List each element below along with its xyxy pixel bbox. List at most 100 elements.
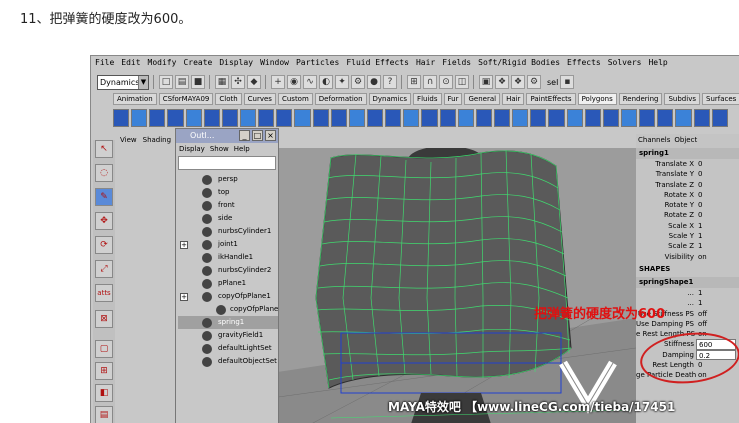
shelf-tab-general[interactable]: General — [464, 93, 501, 105]
fill-hole-icon[interactable] — [493, 109, 511, 127]
mask-surface-icon[interactable]: ◐ — [319, 75, 333, 89]
shelf-tab-surfaces[interactable]: Surfaces — [702, 93, 739, 105]
channel-name[interactable]: Scale X — [636, 221, 696, 231]
extract-icon[interactable] — [366, 109, 384, 127]
channel-name[interactable]: Scale Z — [636, 241, 696, 251]
open-scene-icon[interactable]: ▤ — [175, 75, 189, 89]
outliner-item[interactable]: pPlane1 — [178, 277, 278, 290]
mode-dropdown[interactable]: Dynamics ▼ — [97, 74, 149, 90]
channel-value[interactable]: 1 — [696, 241, 736, 251]
snap-plane-icon[interactable]: ◫ — [455, 75, 469, 89]
combine-icon[interactable] — [330, 109, 347, 127]
channel-name[interactable]: Translate Y — [636, 169, 696, 179]
channel-value[interactable]: 0 — [696, 200, 736, 210]
mask-joint-icon[interactable]: ◉ — [287, 75, 301, 89]
channel-value[interactable]: 0 — [696, 210, 736, 220]
poly-pipe-icon[interactable] — [258, 109, 275, 127]
shelf-tab-curves[interactable]: Curves — [243, 93, 276, 105]
channel-name[interactable]: Rotate Z — [636, 210, 696, 220]
poly-cone-icon[interactable] — [167, 109, 184, 127]
poly-plane-icon[interactable] — [185, 109, 202, 127]
outliner-item[interactable]: persp — [178, 173, 278, 186]
channel-value[interactable]: 0 — [696, 180, 736, 190]
mask-misc-icon[interactable]: ? — [383, 75, 397, 89]
poly-cylinder-icon[interactable] — [149, 109, 166, 127]
menu-item-help[interactable]: Help — [648, 58, 667, 72]
cleanup-icon[interactable] — [439, 109, 456, 127]
viewport-menu-view[interactable]: View — [120, 136, 137, 148]
menu-item-soft-rigid-bodies[interactable]: Soft/Rigid Bodies — [478, 58, 560, 72]
ipr-render-icon[interactable]: ❖ — [511, 75, 525, 89]
channel-name[interactable]: Translate X — [636, 159, 696, 169]
channel-name[interactable]: Rotate Y — [636, 200, 696, 210]
shelf-tab-hair[interactable]: Hair — [502, 93, 525, 105]
rotate-tool-icon[interactable]: ⟳ — [95, 236, 113, 254]
maximize-icon[interactable]: □ — [252, 130, 263, 141]
scale-tool-icon[interactable]: ⤢ — [95, 260, 113, 278]
outliner-item[interactable]: + copyOfpPlane1 — [178, 290, 278, 303]
make-hole-icon[interactable] — [512, 109, 529, 127]
channel-name[interactable]: Visibility — [636, 252, 696, 262]
expand-icon[interactable]: + — [180, 293, 188, 301]
shelf-tab-deformation[interactable]: Deformation — [314, 93, 367, 105]
append-poly-icon[interactable] — [584, 109, 601, 127]
poly-platonic-icon[interactable] — [312, 109, 329, 127]
bridge-icon[interactable] — [620, 109, 638, 127]
layout-single-icon[interactable]: ▢ — [95, 340, 113, 358]
outliner-item[interactable]: top — [178, 186, 278, 199]
boolean-icon[interactable] — [385, 109, 402, 127]
duplicate-face-icon[interactable] — [711, 109, 728, 127]
minimize-icon[interactable]: _ — [239, 130, 250, 141]
save-scene-icon[interactable]: ■ — [191, 75, 205, 89]
poly-torus-icon[interactable] — [203, 109, 220, 127]
poly-helix-icon[interactable] — [276, 109, 293, 127]
menu-item-effects[interactable]: Effects — [567, 58, 601, 72]
attr-tool-icon[interactable]: atts — [95, 284, 113, 302]
menu-item-fields[interactable]: Fields — [442, 58, 471, 72]
outliner-item[interactable]: front — [178, 199, 278, 212]
menu-item-display[interactable]: Display — [219, 58, 253, 72]
shelf-tab-custom[interactable]: Custom — [277, 93, 313, 105]
outliner-item[interactable]: side — [178, 212, 278, 225]
render-frame-icon[interactable]: ❖ — [495, 75, 509, 89]
render-settings-icon[interactable]: ⚙ — [527, 75, 541, 89]
offset-loop-icon[interactable] — [566, 109, 583, 127]
lasso-tool-icon[interactable]: ◌ — [95, 164, 113, 182]
history-icon[interactable]: ▣ — [479, 75, 493, 89]
chamfer-icon[interactable] — [657, 109, 674, 127]
menu-item-solvers[interactable]: Solvers — [608, 58, 642, 72]
insert-loop-icon[interactable] — [548, 109, 565, 127]
outliner-menu-help[interactable]: Help — [234, 143, 250, 155]
menu-item-window[interactable]: Window — [260, 58, 289, 72]
outliner-item[interactable]: spring1 — [178, 316, 278, 329]
outliner-item[interactable]: ikHandle1 — [178, 251, 278, 264]
shelf-tab-animation[interactable]: Animation — [113, 93, 157, 105]
menu-item-file[interactable]: File — [95, 58, 114, 72]
channel-value[interactable]: 0 — [696, 190, 736, 200]
channel-name[interactable]: Rotate X — [636, 190, 696, 200]
mask-dynamic-icon[interactable]: ⚙ — [351, 75, 365, 89]
mask-render-icon[interactable]: ● — [367, 75, 381, 89]
channel-box-menu-channels[interactable]: Channels — [638, 134, 670, 146]
expand-icon[interactable]: + — [180, 241, 188, 249]
outliner-item[interactable]: copyOfpPlane — [178, 303, 278, 316]
menu-item-modify[interactable]: Modify — [148, 58, 177, 72]
poly-pyramid-icon[interactable] — [239, 109, 257, 127]
shelf-tab-rendering[interactable]: Rendering — [618, 93, 663, 105]
new-scene-icon[interactable]: □ — [159, 75, 173, 89]
poke-icon[interactable] — [693, 109, 710, 127]
outliner-title-bar[interactable]: Outl... _ □ × — [176, 129, 278, 143]
close-icon[interactable]: × — [265, 130, 276, 141]
layout-side-icon[interactable]: ◧ — [95, 384, 113, 402]
poly-cube-icon[interactable] — [113, 109, 130, 127]
select-object-icon[interactable]: ✣ — [231, 75, 245, 89]
split-poly-icon[interactable] — [530, 109, 547, 127]
bevel-icon[interactable] — [639, 109, 656, 127]
triangulate-icon[interactable] — [457, 109, 474, 127]
select-component-icon[interactable]: ◆ — [247, 75, 261, 89]
select-hierarchy-icon[interactable]: ▦ — [215, 75, 229, 89]
mask-curve-icon[interactable]: ∿ — [303, 75, 317, 89]
channel-value[interactable]: 1 — [696, 288, 736, 298]
reduce-icon[interactable] — [421, 109, 438, 127]
poly-soccer-icon[interactable] — [294, 109, 311, 127]
